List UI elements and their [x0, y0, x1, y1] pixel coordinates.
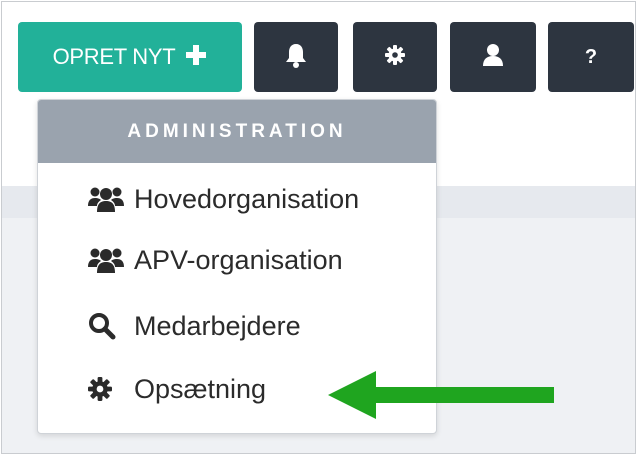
top-bar: [2, 2, 635, 16]
settings-button[interactable]: [353, 22, 437, 92]
menu-item-label: Hovedorganisation: [134, 183, 360, 214]
menu-item-opsaetning[interactable]: Opsætning: [88, 369, 266, 409]
user-button[interactable]: [450, 22, 536, 92]
help-icon: ?: [584, 45, 598, 68]
screenshot-frame: OPRET NYT ? ADMINISTRATION Hovedorganisa…: [1, 1, 636, 454]
users-icon: [88, 184, 126, 214]
menu-item-medarbejdere[interactable]: Medarbejdere: [88, 306, 301, 346]
bell-icon: [285, 42, 307, 73]
green-arrow-annotation: [328, 371, 554, 419]
menu-item-apv-organisation[interactable]: APV-organisation: [88, 240, 343, 280]
menu-item-label: APV-organisation: [134, 244, 343, 275]
search-icon: [88, 311, 126, 341]
help-button[interactable]: ?: [548, 22, 634, 92]
notifications-button[interactable]: [254, 22, 338, 92]
users-icon: [88, 245, 126, 275]
create-new-button[interactable]: OPRET NYT: [18, 22, 242, 92]
dropdown-header: ADMINISTRATION: [38, 100, 436, 163]
menu-item-hovedorganisation[interactable]: Hovedorganisation: [88, 179, 359, 219]
create-new-label: OPRET NYT: [52, 44, 176, 69]
plus-icon: [185, 43, 207, 71]
user-icon: [482, 43, 504, 72]
menu-item-label: Medarbejdere: [134, 310, 301, 341]
gear-icon: [385, 44, 405, 70]
menu-item-label: Opsætning: [134, 373, 267, 404]
gear-icon: [88, 374, 126, 404]
